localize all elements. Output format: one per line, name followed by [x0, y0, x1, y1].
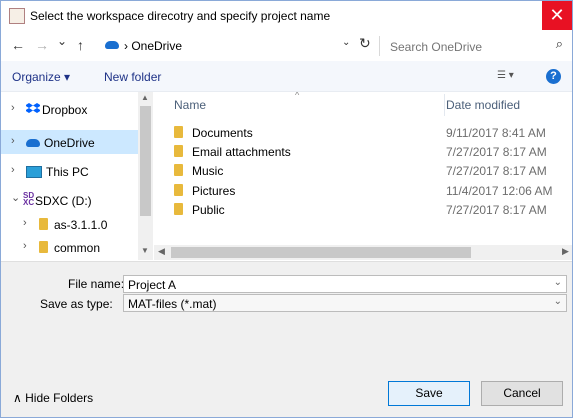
- address-bar[interactable]: › OneDrive ⌄: [102, 36, 356, 56]
- table-row[interactable]: Public 7/27/2017 8:17 AM: [166, 200, 572, 219]
- sidebar-item-as-3-1-1-0[interactable]: › as-3.1.1.0: [1, 212, 141, 236]
- save-as-type-label: Save as type:: [40, 297, 113, 311]
- scroll-thumb[interactable]: [140, 106, 151, 216]
- folder-icon: [174, 126, 183, 138]
- save-as-type-value: MAT-files (*.mat): [128, 297, 217, 311]
- sidebar-item-onedrive[interactable]: › OneDrive: [1, 130, 141, 154]
- search-icon[interactable]: ⌕: [556, 36, 563, 52]
- column-divider[interactable]: [444, 94, 445, 116]
- table-row[interactable]: Documents 9/11/2017 8:41 AM: [166, 123, 572, 142]
- forward-arrow-icon[interactable]: →: [35, 37, 49, 53]
- computer-icon: [26, 166, 42, 178]
- search-input[interactable]: [388, 38, 542, 56]
- address-row: ← → ⌄ ↑ › OneDrive ⌄ ↻ ⌕: [1, 31, 572, 61]
- file-name-value: Project A: [128, 278, 177, 292]
- folder-icon: [174, 203, 183, 215]
- file-date: 7/27/2017 8:17 AM: [446, 203, 547, 217]
- sidebar-item-label: common: [54, 241, 101, 255]
- title-bar: Select the workspace direcotry and speci…: [1, 1, 572, 31]
- file-name: Email attachments: [192, 145, 291, 159]
- chevron-right-icon[interactable]: ›: [11, 102, 15, 114]
- onedrive-cloud-icon: [105, 41, 119, 49]
- sidebar-item-common[interactable]: › common: [1, 235, 141, 259]
- help-icon[interactable]: ?: [546, 69, 561, 84]
- file-name-field[interactable]: Project A ⌄: [123, 275, 567, 293]
- sidebar-item-label: Dropbox: [42, 103, 88, 117]
- sidebar-item-sdxc[interactable]: ⌄ SD XC SDXC (D:): [1, 188, 141, 212]
- chevron-down-icon[interactable]: ⌄: [554, 296, 562, 307]
- file-list-scrollbar[interactable]: ◀ ▶: [154, 245, 572, 260]
- file-name: Music: [192, 164, 224, 178]
- chevron-down-icon[interactable]: ⌄: [11, 191, 20, 204]
- recent-locations-icon[interactable]: ⌄: [57, 34, 67, 48]
- sidebar-item-label: This PC: [46, 165, 89, 179]
- file-date: 7/27/2017 8:17 AM: [446, 145, 547, 159]
- chevron-right-icon[interactable]: ›: [23, 217, 27, 229]
- folder-icon: [39, 218, 48, 230]
- matlab-icon: [9, 8, 25, 24]
- scroll-left-icon[interactable]: ◀: [158, 246, 165, 257]
- folder-icon: [174, 184, 183, 196]
- hide-folders-toggle[interactable]: ∧ Hide Folders: [13, 391, 93, 405]
- sort-ascending-icon: ^: [295, 92, 300, 100]
- breadcrumb[interactable]: › OneDrive: [124, 39, 182, 53]
- dialog-title: Select the workspace direcotry and speci…: [30, 9, 331, 23]
- table-row[interactable]: Pictures 11/4/2017 12:06 AM: [166, 181, 572, 200]
- organize-menu[interactable]: Organize ▾: [12, 70, 70, 84]
- chevron-down-icon[interactable]: ⌄: [342, 37, 350, 48]
- folder-icon: [39, 241, 48, 253]
- chevron-down-icon[interactable]: ⌄: [554, 277, 562, 288]
- file-date: 9/11/2017 8:41 AM: [446, 126, 546, 140]
- folder-icon: [174, 145, 183, 157]
- folder-icon: [174, 164, 183, 176]
- command-bar: Organize ▾ New folder ☰ ▾ ?: [1, 61, 572, 92]
- file-date: 11/4/2017 12:06 AM: [446, 184, 553, 198]
- table-row[interactable]: Email attachments 7/27/2017 8:17 AM: [166, 142, 572, 161]
- column-header-date-modified[interactable]: Date modified: [446, 98, 520, 112]
- chevron-right-icon[interactable]: ›: [11, 164, 15, 176]
- save-button[interactable]: Save: [388, 381, 470, 406]
- onedrive-cloud-icon: [26, 139, 40, 147]
- scroll-right-icon[interactable]: ▶: [562, 246, 569, 257]
- dialog-footer: File name: Project A ⌄ Save as type: MAT…: [1, 261, 572, 417]
- file-name: Pictures: [192, 184, 236, 198]
- cancel-button[interactable]: Cancel: [481, 381, 563, 406]
- scroll-up-icon[interactable]: ▲: [141, 93, 149, 102]
- dropbox-icon: [26, 103, 40, 113]
- file-list: Name ^ Date modified Documents 9/11/2017…: [154, 92, 572, 260]
- search-box[interactable]: ⌕: [379, 36, 569, 56]
- close-button[interactable]: ✕: [542, 1, 572, 30]
- sidebar-item-label: OneDrive: [44, 136, 95, 150]
- save-dialog: Select the workspace direcotry and speci…: [0, 0, 573, 418]
- file-date: 7/27/2017 8:17 AM: [446, 164, 547, 178]
- column-header-name[interactable]: Name: [174, 98, 206, 112]
- chevron-right-icon[interactable]: ›: [11, 135, 15, 147]
- back-arrow-icon[interactable]: ←: [11, 37, 25, 53]
- sidebar-item-dropbox[interactable]: › Dropbox: [1, 97, 141, 121]
- scroll-thumb[interactable]: [171, 247, 471, 258]
- view-options-icon[interactable]: ☰ ▾: [497, 70, 514, 81]
- file-name: Documents: [192, 126, 253, 140]
- table-row[interactable]: Music 7/27/2017 8:17 AM: [166, 161, 572, 180]
- file-name: Public: [192, 203, 225, 217]
- sidebar-item-label: SDXC (D:): [35, 194, 92, 208]
- chevron-right-icon[interactable]: ›: [23, 240, 27, 252]
- nav-scrollbar[interactable]: ▲ ▼: [138, 92, 153, 260]
- file-name-label: File name:: [68, 277, 125, 291]
- sidebar-item-label: as-3.1.1.0: [54, 218, 108, 232]
- scroll-down-icon[interactable]: ▼: [141, 246, 149, 255]
- refresh-icon[interactable]: ↻: [359, 35, 371, 52]
- navigation-pane: › Dropbox › OneDrive › This PC ⌄ SD XC SD…: [1, 92, 153, 260]
- sidebar-item-this-pc[interactable]: › This PC: [1, 159, 141, 183]
- save-as-type-select[interactable]: MAT-files (*.mat) ⌄: [123, 294, 567, 312]
- up-arrow-icon[interactable]: ↑: [77, 37, 84, 53]
- new-folder-button[interactable]: New folder: [104, 70, 161, 84]
